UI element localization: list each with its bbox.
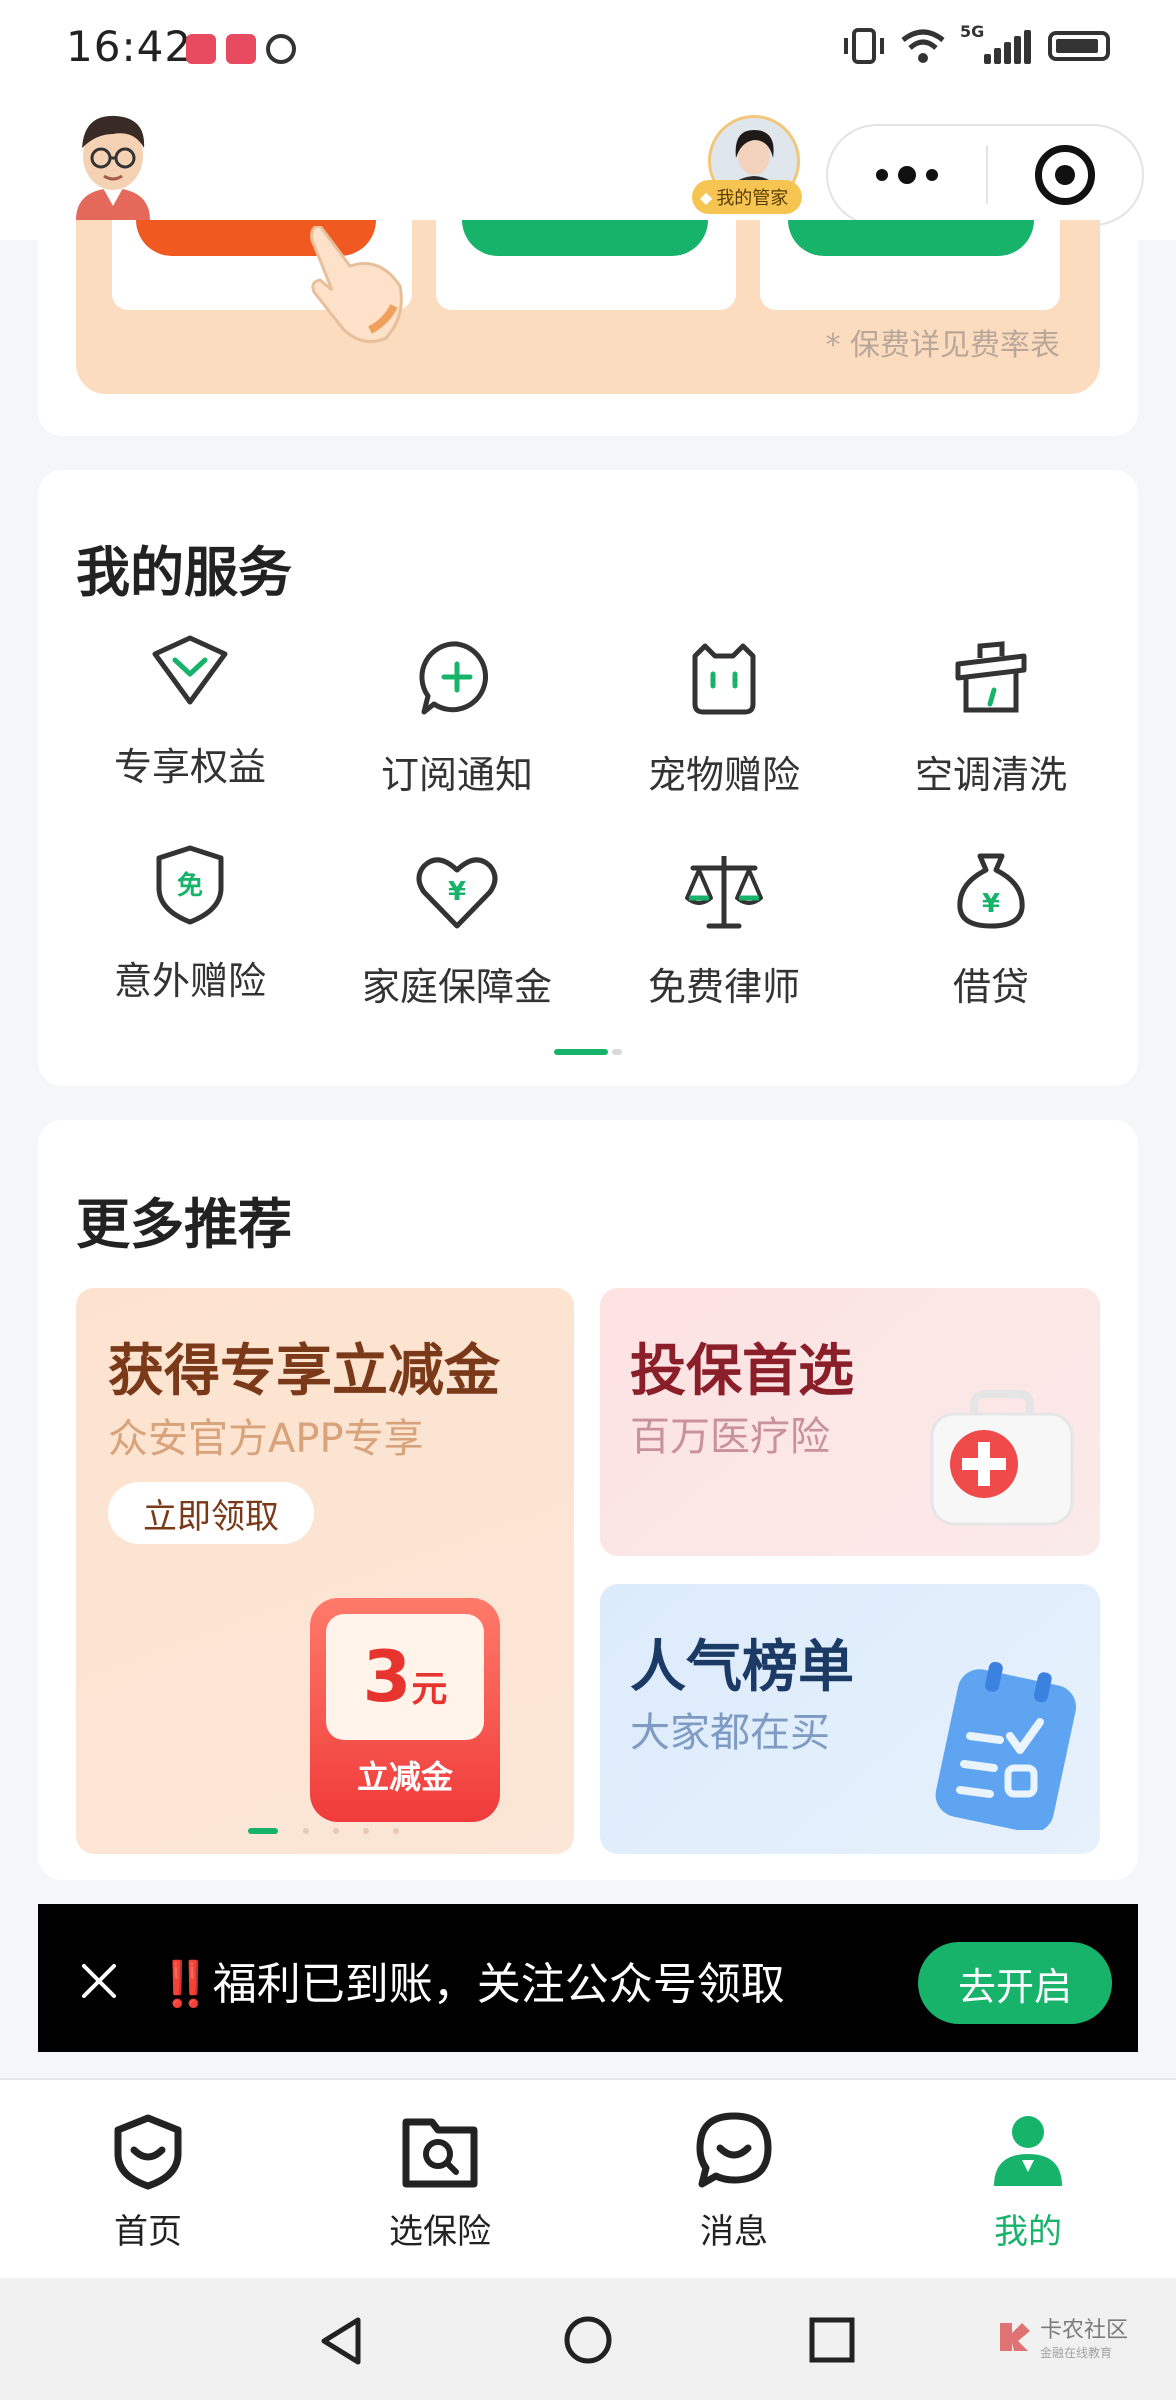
service-label: 专享权益 — [113, 745, 266, 789]
back-icon[interactable] — [316, 2314, 366, 2368]
coupon-label: 立减金 — [356, 1758, 453, 1796]
coupon-banner-title: 获得专享立减金 — [108, 1339, 500, 1404]
shield-home-icon — [114, 2114, 182, 2190]
chat-bubble-icon — [696, 2112, 772, 2188]
first-aid-kit-icon — [930, 1390, 1074, 1526]
scale-icon — [685, 856, 763, 929]
ac-clean-icon — [955, 641, 1027, 713]
tab-choose-insurance[interactable]: 选保险 — [360, 2110, 520, 2253]
service-item-family-fund[interactable]: ¥ 家庭保障金 — [323, 846, 591, 1011]
service-label: 订阅通知 — [380, 753, 533, 797]
tab-messages[interactable]: 消息 — [654, 2110, 814, 2253]
network-type: 5G — [960, 22, 985, 41]
wifi-icon — [901, 29, 945, 63]
user-avatar[interactable] — [70, 108, 156, 220]
notice-text: ‼️福利已到账，关注公众号领取 — [158, 1959, 785, 2010]
battery-icon — [1048, 31, 1110, 61]
more-icon-dot — [898, 166, 916, 184]
heart-yen-icon: ¥ — [416, 857, 498, 929]
medical-subtitle: 百万医疗险 — [630, 1414, 830, 1460]
service-item-ac-cleaning[interactable]: 空调清洗 — [857, 634, 1125, 799]
person-icon — [994, 2116, 1062, 2186]
home-circle-icon[interactable] — [562, 2314, 614, 2366]
shield-free-icon: 免 — [156, 845, 224, 925]
signal-icon: 5G — [960, 22, 1034, 64]
service-item-accident-insurance[interactable]: 免 意外赠险 — [56, 840, 324, 1005]
checklist-icon — [935, 1661, 1076, 1830]
folder-search-icon — [402, 2118, 478, 2188]
app-notification-icon — [186, 34, 216, 64]
status-notification-icons — [186, 34, 296, 64]
recommend-title: 更多推荐 — [76, 1193, 292, 1256]
badge-text: ¥ — [982, 889, 1000, 919]
alarm-icon — [266, 34, 296, 64]
badge-text: ¥ — [448, 877, 466, 907]
service-item-pet-insurance[interactable]: 宠物赠险 — [590, 634, 858, 799]
close-icon[interactable] — [80, 1962, 118, 2000]
badge-text: 免 — [177, 870, 203, 901]
diamond-icon: ◆ — [700, 187, 713, 207]
app-notification-icon — [226, 34, 256, 64]
service-item-subscribe-notice[interactable]: 订阅通知 — [323, 634, 591, 799]
status-time: 16:42 — [66, 22, 193, 71]
money-bag-icon: ¥ — [957, 853, 1025, 929]
more-icon — [876, 169, 888, 181]
close-miniprogram-button[interactable] — [988, 145, 1142, 205]
plus-bubble-icon — [419, 641, 489, 715]
coupon-amount: 3 — [362, 1636, 412, 1718]
coupon-unit: 元 — [411, 1669, 448, 1710]
tab-label: 消息 — [700, 2212, 768, 2252]
coupon-face: 3 元 — [326, 1614, 484, 1740]
ranking-title: 人气榜单 — [630, 1635, 854, 1700]
plan-button[interactable] — [788, 220, 1034, 256]
services-title: 我的服务 — [76, 541, 292, 604]
tab-label: 我的 — [994, 2212, 1062, 2252]
banner-pager — [248, 1828, 399, 1834]
enable-button[interactable]: 去开启 — [918, 1942, 1112, 2024]
service-label: 家庭保障金 — [361, 965, 552, 1009]
service-label: 免费律师 — [647, 965, 800, 1009]
service-item-free-lawyer[interactable]: 免费律师 — [590, 846, 858, 1011]
service-label: 宠物赠险 — [647, 753, 800, 797]
medical-title: 投保首选 — [630, 1339, 854, 1404]
service-label: 空调清洗 — [914, 753, 1067, 797]
target-icon — [1035, 145, 1095, 205]
ranking-subtitle: 大家都在买 — [630, 1710, 830, 1756]
tab-label: 选保险 — [389, 2212, 491, 2252]
pointing-hand-icon — [310, 226, 403, 344]
watermark-tagline: 金融在线教育 — [1040, 2346, 1113, 2360]
tab-mine[interactable]: 我的 — [948, 2110, 1108, 2253]
service-label: 意外赠险 — [113, 959, 266, 1003]
tab-label: 首页 — [114, 2212, 182, 2252]
service-label: 借贷 — [952, 965, 1029, 1009]
miniprogram-capsule — [826, 124, 1144, 226]
diamond-icon — [152, 635, 228, 705]
kanong-logo-icon — [1000, 2322, 1030, 2351]
vibrate-icon — [844, 28, 884, 64]
status-system-icons: 5G — [842, 22, 1110, 64]
coupon-banner-subtitle: 众安官方APP专享 — [108, 1416, 424, 1462]
service-item-loan[interactable]: ¥ 借贷 — [857, 846, 1125, 1011]
service-item-exclusive-benefits[interactable]: 专享权益 — [56, 626, 324, 791]
more-icon-dot — [926, 169, 938, 181]
pet-icon — [692, 643, 756, 715]
watermark-logo: 卡农社区 金融在线教育 — [996, 2312, 1128, 2361]
butler-badge[interactable]: ◆ 我的管家 — [692, 180, 803, 214]
recents-icon[interactable] — [808, 2316, 856, 2364]
tab-home[interactable]: 首页 — [68, 2110, 228, 2253]
butler-label: 我的管家 — [716, 188, 789, 209]
plan-button[interactable] — [462, 220, 708, 256]
services-pager — [554, 1049, 622, 1055]
more-button[interactable] — [828, 166, 986, 184]
fee-note: * 保费详见费率表 — [825, 328, 1060, 363]
claim-button[interactable]: 立即领取 — [108, 1482, 314, 1544]
watermark-name: 卡农社区 — [1040, 2318, 1129, 2343]
